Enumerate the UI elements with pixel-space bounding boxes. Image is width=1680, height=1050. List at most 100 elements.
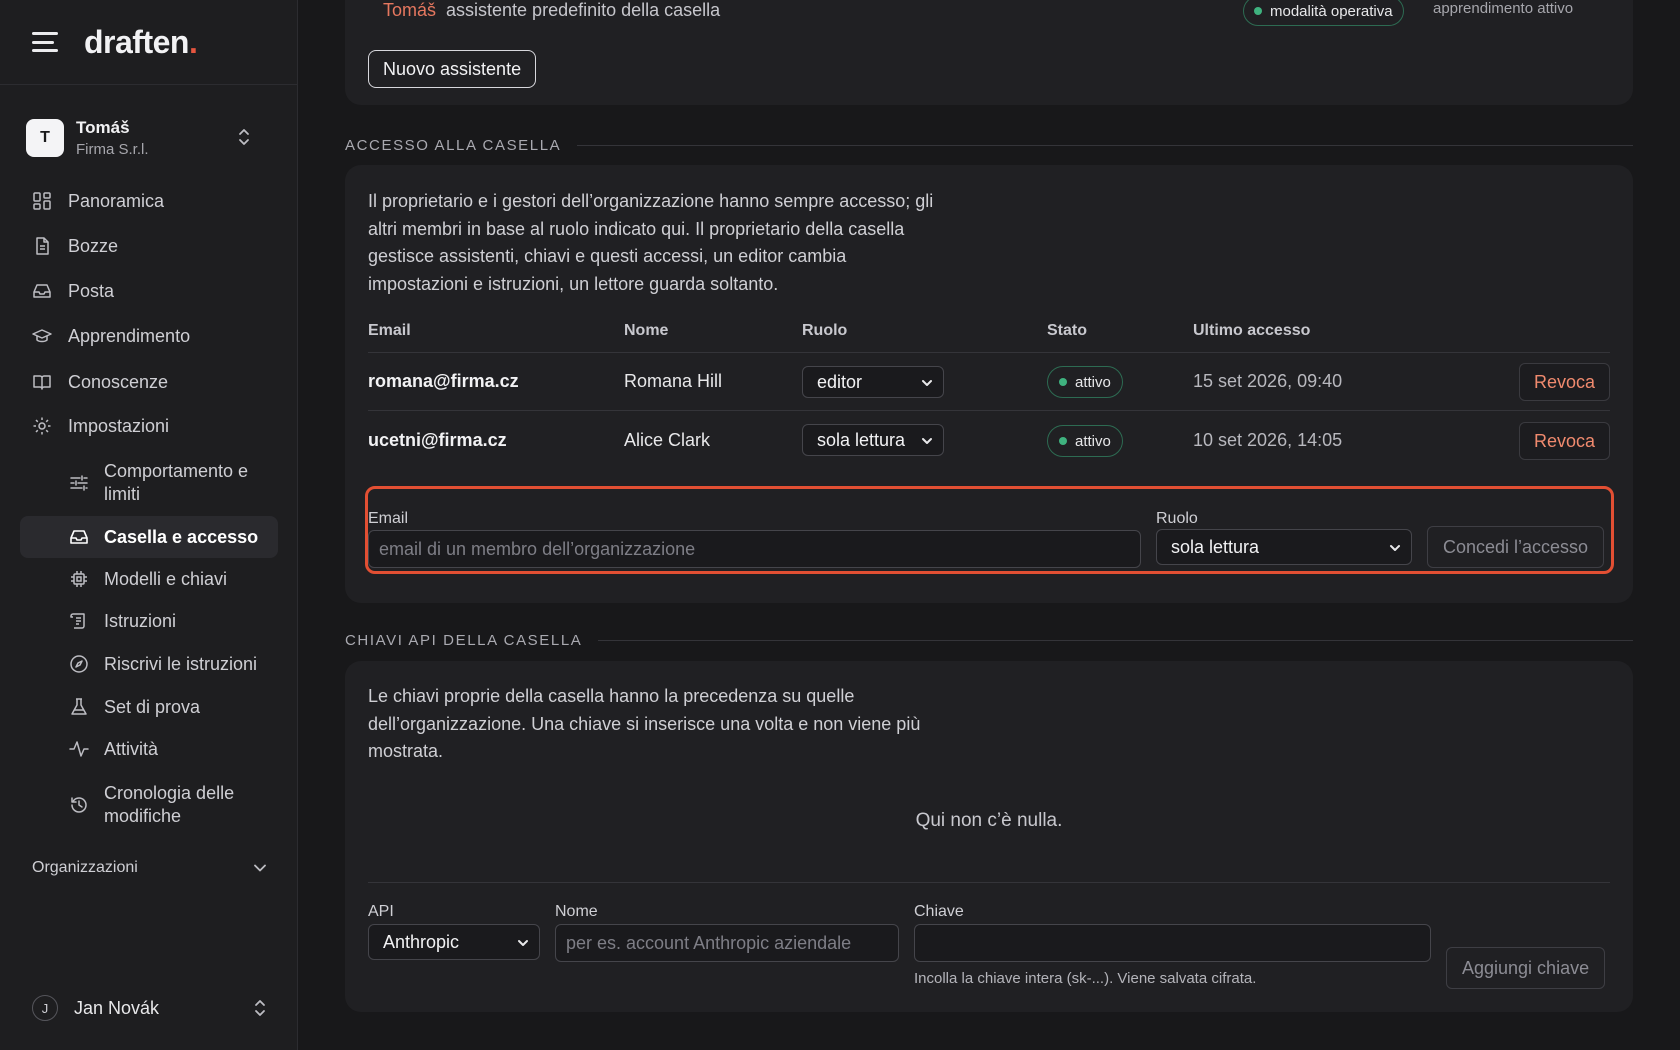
role-select[interactable]: sola lettura <box>802 424 944 456</box>
section-title-text: CHIAVI API DELLA CASELLA <box>345 631 583 649</box>
email-label: Email <box>368 510 409 527</box>
role-select[interactable]: editor <box>802 366 944 398</box>
new-assistant-button[interactable]: Nuovo assistente <box>368 50 537 88</box>
row-email: ucetni@firma.cz <box>368 430 507 450</box>
gear-icon <box>32 416 52 436</box>
status-dot <box>1059 437 1067 445</box>
app-logo[interactable]: draften. <box>84 24 198 61</box>
nav-item-conoscenze[interactable]: Conoscenze <box>20 362 278 402</box>
row-email: romana@firma.cz <box>368 371 519 391</box>
status-dot <box>1059 378 1067 386</box>
sub-item-casella-e-accesso[interactable]: Casella e accesso <box>20 516 278 558</box>
assistant-name[interactable]: Tomáš <box>383 0 436 21</box>
sliders-icon <box>68 472 90 494</box>
empty-state: Qui non c’è nulla. <box>915 810 1063 831</box>
api-provider-select[interactable]: Anthropic <box>368 924 540 960</box>
sub-item-istruzioni[interactable]: Istruzioni <box>20 601 278 641</box>
sub-item-modelli-e-chiavi[interactable]: Modelli e chiavi <box>20 559 278 599</box>
sidebar-header: draften. <box>0 0 297 85</box>
book-icon <box>32 372 52 392</box>
sub-item-comportamento[interactable]: Comportamento e limiti <box>20 458 278 508</box>
workspace-name: Tomáš <box>76 118 130 137</box>
user-menu[interactable]: J Jan Novák <box>32 994 266 1022</box>
nav-label: Apprendimento <box>68 325 191 346</box>
api-label: API <box>368 903 394 920</box>
description-line: altri membri in base al ruolo indicato q… <box>368 218 905 239</box>
email-placeholder: email di un membro dell’organizzazione <box>379 538 696 559</box>
grant-access-button[interactable]: Concedi l’accesso <box>1427 526 1605 568</box>
compass-icon <box>68 653 90 675</box>
menu-toggle-icon[interactable] <box>32 32 60 52</box>
chevron-updown-icon <box>255 1000 265 1016</box>
description-line: impostazioni e istruzioni, un lettore gu… <box>368 273 779 294</box>
description-line: Il proprietario e i gestori dell’organiz… <box>368 191 934 211</box>
status-badge: attivo <box>1047 366 1123 398</box>
workspace-avatar: T <box>26 119 64 157</box>
dashboard-icon <box>32 191 52 211</box>
key-name-input[interactable]: per es. account Anthropic aziendale <box>555 924 899 962</box>
sub-label: Cronologia delle modifiche <box>104 783 235 826</box>
organizations-toggle[interactable]: Organizzazioni <box>32 856 266 880</box>
revoke-button[interactable]: Revoca <box>1519 422 1611 460</box>
row-name: Alice Clark <box>624 430 711 450</box>
name-label: Nome <box>555 903 598 920</box>
role-select-value: sola lettura <box>1171 536 1260 557</box>
api-keys-section-title: CHIAVI API DELLA CASELLA <box>345 630 1633 650</box>
scroll-icon <box>68 610 90 632</box>
nav-item-panoramica[interactable]: Panoramica <box>20 181 278 221</box>
mode-badge: modalità operativa <box>1243 0 1404 26</box>
sub-item-riscrivi[interactable]: Riscrivi le istruzioni <box>20 644 278 684</box>
nav-item-apprendimento[interactable]: Apprendimento <box>20 316 278 356</box>
add-key-button[interactable]: Aggiungi chiave <box>1446 947 1606 989</box>
column-header-nome[interactable]: Nome <box>624 322 668 340</box>
row-name: Romana Hill <box>624 371 723 391</box>
description-line: gestisce assistenti, chiavi e questi acc… <box>368 246 847 266</box>
sub-item-cronologia[interactable]: Cronologia delle modifiche <box>20 780 278 830</box>
column-header-ultimo-accesso[interactable]: Ultimo accesso <box>1193 322 1310 340</box>
sidebar: draften. T Tomáš Firma S.r.l. Panoramica… <box>0 0 298 1050</box>
chevron-down-icon <box>922 380 932 386</box>
sub-label: Set di prova <box>104 696 201 717</box>
column-header-stato[interactable]: Stato <box>1047 322 1087 340</box>
grant-email-input[interactable]: email di un membro dell’organizzazione <box>368 530 1141 568</box>
activity-icon <box>68 738 90 760</box>
nav-label: Bozze <box>68 235 119 256</box>
key-label: Chiave <box>914 903 964 920</box>
nav-label: Posta <box>68 280 115 301</box>
description-line: Le chiavi proprie della casella hanno la… <box>368 686 855 706</box>
user-name: Jan Novák <box>74 997 160 1018</box>
sub-label: Attività <box>104 738 159 759</box>
status-badge: attivo <box>1047 425 1123 457</box>
status-label: attivo <box>1075 373 1111 391</box>
flask-icon <box>68 696 90 718</box>
history-icon <box>68 794 90 816</box>
workspace-switcher[interactable]: T Tomáš Firma S.r.l. <box>26 115 272 161</box>
nav-item-impostazioni[interactable]: Impostazioni <box>20 406 278 446</box>
row-last-access: 15 set 2026, 09:40 <box>1193 371 1343 391</box>
api-keys-description: Le chiavi proprie della casella hanno la… <box>368 683 920 766</box>
cpu-icon <box>68 568 90 590</box>
sub-item-attivita[interactable]: Attività <box>20 729 278 769</box>
inbox-icon <box>32 281 52 301</box>
column-header-ruolo[interactable]: Ruolo <box>802 322 847 340</box>
api-key-input[interactable] <box>914 924 1431 962</box>
grant-role-select[interactable]: sola lettura <box>1156 529 1412 565</box>
table-divider <box>368 352 1610 353</box>
graduation-cap-icon <box>32 326 52 346</box>
sub-label: Istruzioni <box>104 610 177 631</box>
column-header-email[interactable]: Email <box>368 322 411 340</box>
sub-item-set-di-prova[interactable]: Set di prova <box>20 687 278 727</box>
workspace-org: Firma S.r.l. <box>76 141 149 158</box>
nav-label: Impostazioni <box>68 415 170 436</box>
role-label: Ruolo <box>1156 510 1198 527</box>
document-icon <box>32 236 52 256</box>
nav-item-posta[interactable]: Posta <box>20 271 278 311</box>
revoke-button[interactable]: Revoca <box>1519 363 1611 401</box>
organizations-label: Organizzazioni <box>32 859 138 876</box>
key-hint: Incolla la chiave intera (sk-...). Viene… <box>914 970 1257 987</box>
form-divider <box>368 882 1610 883</box>
chevron-down-icon <box>254 864 266 872</box>
access-section-title: ACCESSO ALLA CASELLA <box>345 135 1633 155</box>
name-placeholder: per es. account Anthropic aziendale <box>566 932 852 953</box>
nav-item-bozze[interactable]: Bozze <box>20 226 278 266</box>
